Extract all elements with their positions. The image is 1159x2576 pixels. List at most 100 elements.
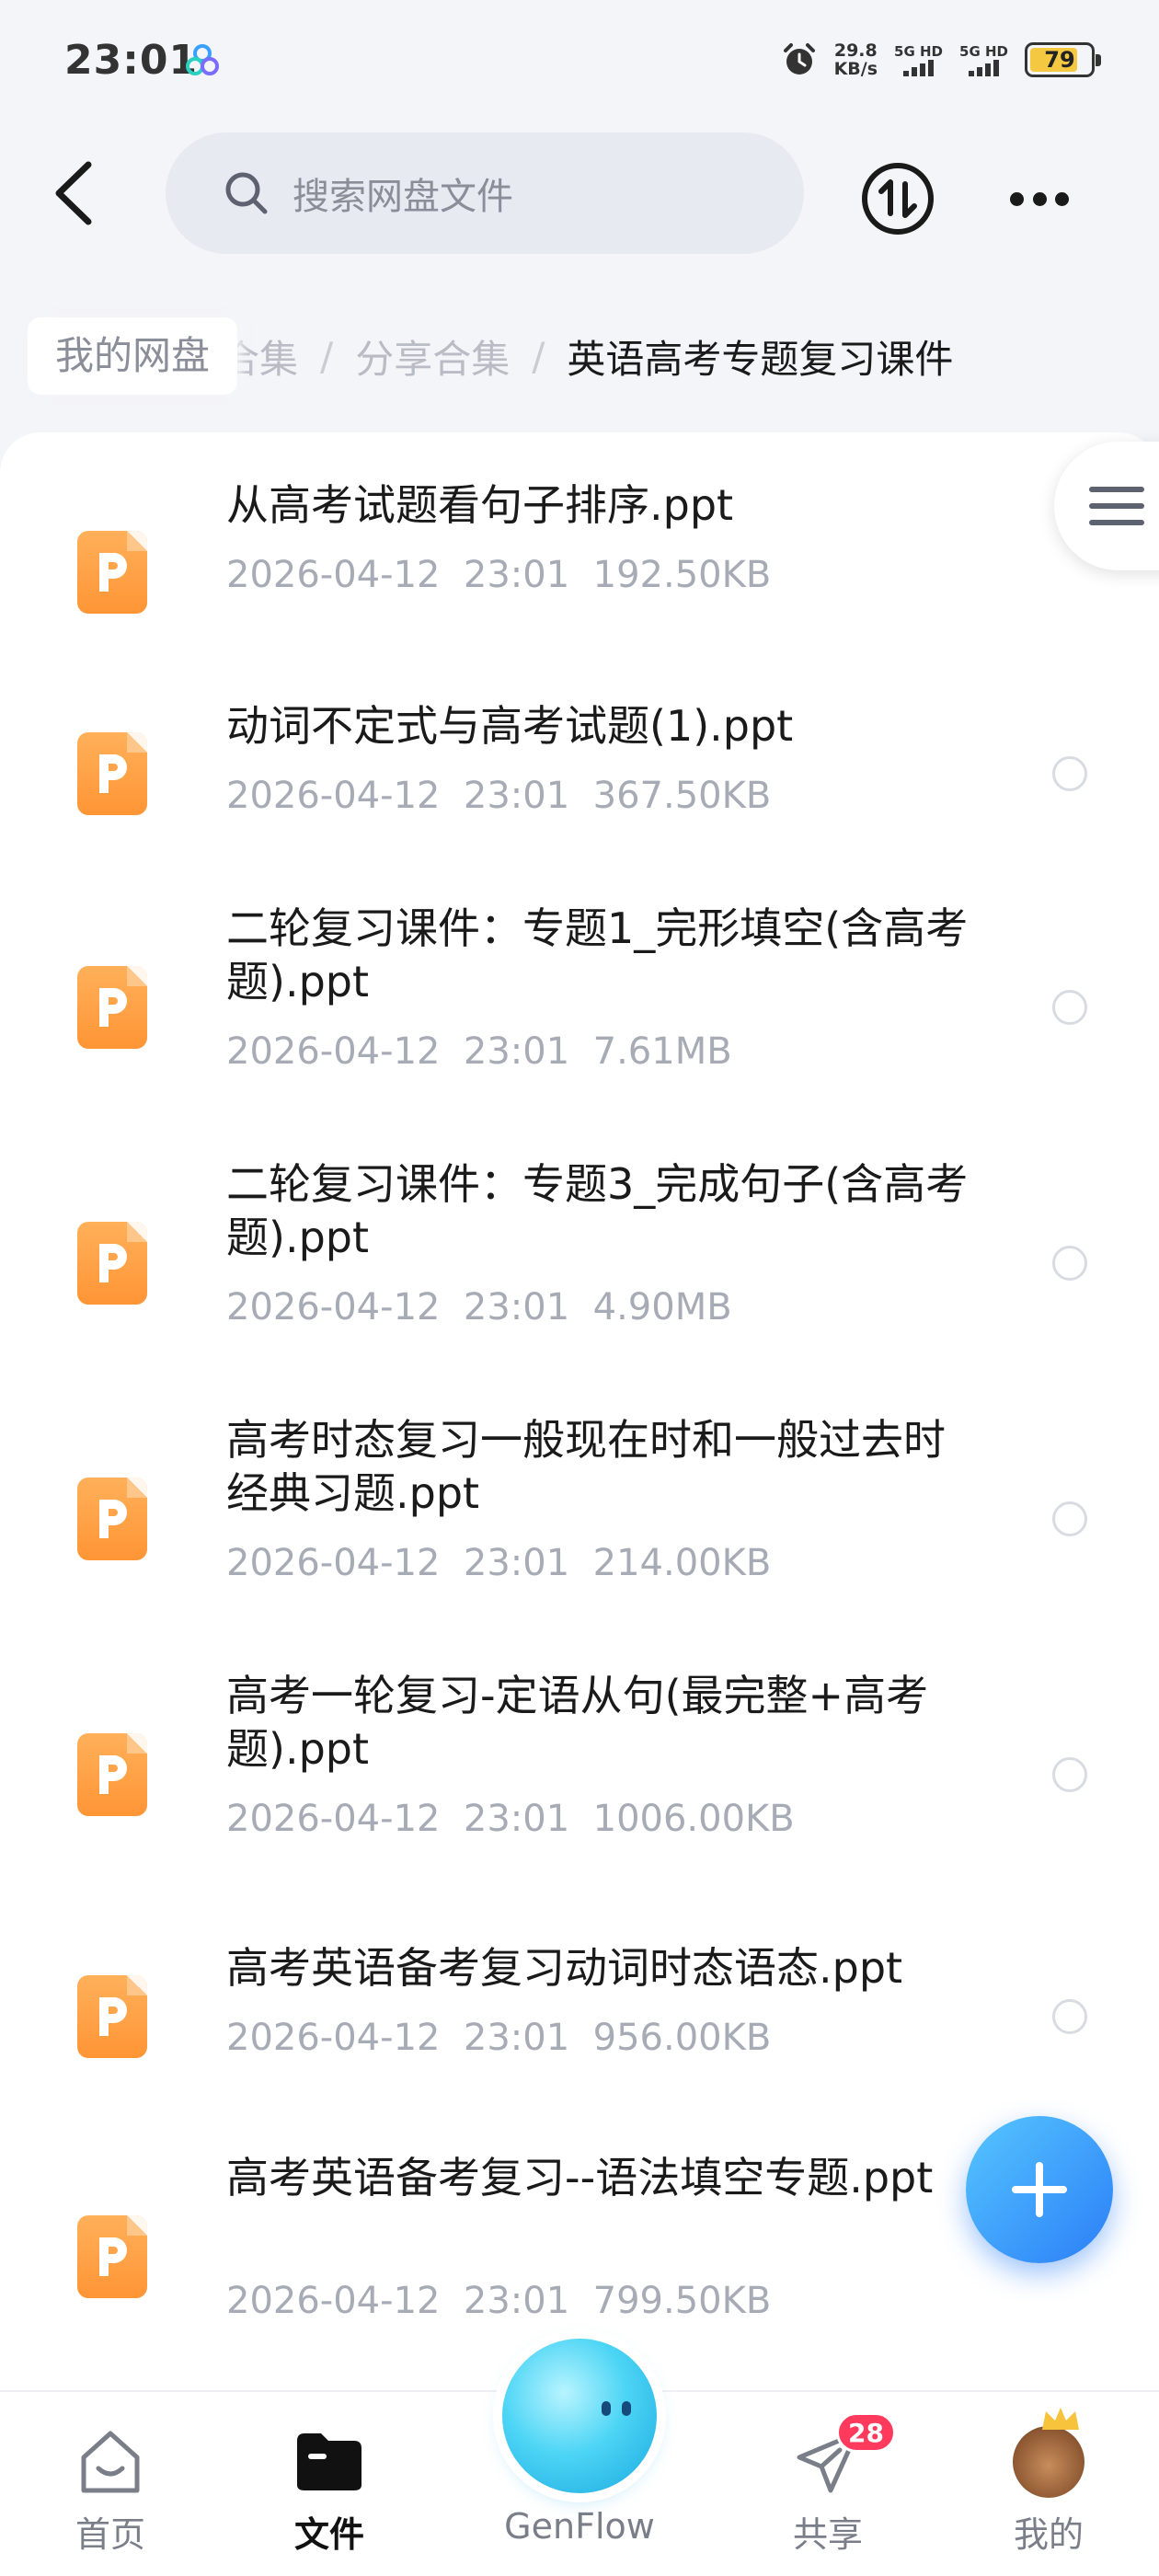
file-row[interactable]: 动词不定式与高考试题(1).ppt 2026-04-12 23:01 367.5…	[0, 681, 1159, 865]
back-button[interactable]	[44, 156, 103, 230]
nav-files-label: 文件	[293, 2514, 364, 2555]
ppt-file-icon	[77, 966, 147, 1049]
signal-label: 5G HD	[959, 43, 1008, 60]
ppt-file-icon	[77, 1222, 147, 1305]
select-checkbox[interactable]	[1052, 990, 1087, 1025]
file-time: 23:01	[463, 2280, 570, 2322]
ppt-file-icon	[77, 531, 147, 614]
breadcrumb: 我的网盘 合集 / 分享合集 / 英语高考专题复习课件	[28, 317, 953, 395]
file-row[interactable]: 二轮复习课件：专题1_完形填空(含高考题).ppt 2026-04-12 23:…	[0, 902, 1159, 1122]
select-checkbox[interactable]	[1052, 1757, 1087, 1792]
file-date: 2026-04-12	[226, 1542, 441, 1584]
alarm-icon	[783, 43, 815, 75]
search-placeholder: 搜索网盘文件	[293, 176, 513, 218]
back-arrow-icon	[55, 161, 92, 225]
file-date: 2026-04-12	[226, 554, 441, 596]
file-row[interactable]: 高考一轮复习-定语从句(最完整+高考题).ppt 2026-04-12 23:0…	[0, 1669, 1159, 1890]
file-row[interactable]: 从高考试题看句子排序.ppt 2026-04-12 23:01 192.50KB	[0, 469, 1159, 653]
folder-icon	[293, 2425, 366, 2499]
file-row[interactable]: 二轮复习课件：专题3_完成句子(含高考题).ppt 2026-04-12 23:…	[0, 1157, 1159, 1378]
status-bar: 23:01 29.8 KB/s 5G HD 5G HD 79	[0, 0, 1159, 120]
battery-icon: 79	[1025, 42, 1101, 77]
breadcrumb-separator: /	[532, 333, 545, 379]
paper-plane-icon: 28	[791, 2412, 896, 2499]
net-speed-unit: KB/s	[833, 59, 878, 79]
app-logo-icon	[186, 44, 219, 75]
nav-genflow-label: GenFlow	[504, 2506, 655, 2547]
nav-files[interactable]: 文件	[247, 2425, 412, 2563]
file-meta: 2026-04-12 23:01 956.00KB	[226, 2017, 771, 2059]
file-time: 23:01	[463, 2017, 570, 2059]
file-size: 192.50KB	[592, 554, 772, 596]
breadcrumb-home[interactable]: 我的网盘	[28, 317, 238, 395]
net-speed-value: 29.8	[833, 40, 878, 61]
breadcrumb-current: 英语高考专题复习课件	[567, 336, 954, 382]
file-meta: 2026-04-12 23:01 7.61MB	[226, 1030, 732, 1073]
genflow-orb-icon	[502, 2339, 657, 2493]
file-name: 高考一轮复习-定语从句(最完整+高考题).ppt	[226, 1671, 929, 1774]
file-time: 23:01	[463, 1286, 570, 1328]
home-icon	[74, 2425, 147, 2499]
breadcrumb-separator: /	[320, 333, 334, 379]
search-icon	[225, 172, 268, 214]
nav-home-label: 首页	[75, 2514, 145, 2555]
signal-icon: 5G HD	[959, 43, 1008, 76]
file-name: 从高考试题看句子排序.ppt	[226, 480, 734, 530]
file-row[interactable]: 高考时态复习一般现在时和一般过去时经典习题.ppt 2026-04-12 23:…	[0, 1413, 1159, 1634]
file-name: 二轮复习课件：专题1_完形填空(含高考题).ppt	[226, 903, 969, 1006]
file-size: 799.50KB	[592, 2280, 772, 2322]
file-size: 956.00KB	[592, 2017, 772, 2059]
file-size: 367.50KB	[592, 775, 772, 817]
net-speed: 29.8 KB/s	[834, 41, 878, 78]
share-badge: 28	[836, 2412, 896, 2453]
file-name: 高考英语备考复习--语法填空专题.ppt	[226, 2153, 934, 2202]
file-time: 23:01	[463, 775, 570, 817]
file-time: 23:01	[463, 554, 570, 596]
file-meta: 2026-04-12 23:01 1006.00KB	[226, 1798, 795, 1840]
file-list: 从高考试题看句子排序.ppt 2026-04-12 23:01 192.50KB…	[0, 432, 1159, 2392]
nav-genflow[interactable]: GenFlow	[497, 2339, 662, 2569]
nav-share[interactable]: 28 共享	[745, 2412, 911, 2563]
ppt-file-icon	[77, 1478, 147, 1560]
file-meta: 2026-04-12 23:01 799.50KB	[226, 2280, 771, 2322]
nav-mine-label: 我的	[1013, 2514, 1084, 2555]
breadcrumb-mid[interactable]: 分享合集	[355, 328, 510, 385]
ppt-file-icon	[77, 1975, 147, 2058]
file-row[interactable]: 高考英语备考复习动词时态语态.ppt 2026-04-12 23:01 956.…	[0, 1923, 1159, 2107]
file-time: 23:01	[463, 1798, 570, 1840]
nav-share-label: 共享	[792, 2514, 863, 2555]
header: 搜索网盘文件	[0, 129, 1159, 258]
status-indicators: 29.8 KB/s 5G HD 5G HD 79	[781, 37, 1101, 83]
battery-level: 79	[1044, 47, 1075, 73]
select-checkbox[interactable]	[1052, 1999, 1087, 2034]
file-date: 2026-04-12	[226, 1798, 441, 1840]
search-input[interactable]: 搜索网盘文件	[166, 132, 804, 254]
file-meta: 2026-04-12 23:01 367.50KB	[226, 775, 771, 817]
file-meta: 2026-04-12 23:01 192.50KB	[226, 554, 771, 596]
crown-icon	[1042, 2408, 1079, 2430]
select-checkbox[interactable]	[1052, 1501, 1087, 1536]
ppt-file-icon	[77, 2215, 147, 2298]
ppt-file-icon	[77, 1733, 147, 1816]
file-time: 23:01	[463, 1030, 570, 1073]
file-date: 2026-04-12	[226, 1286, 441, 1328]
more-icon[interactable]	[1003, 162, 1076, 236]
file-name: 动词不定式与高考试题(1).ppt	[226, 701, 794, 751]
file-name: 高考英语备考复习动词时态语态.ppt	[226, 1943, 903, 1993]
signal-icon: 5G HD	[894, 43, 943, 76]
select-checkbox[interactable]	[1052, 1246, 1087, 1281]
nav-mine[interactable]: 我的	[966, 2408, 1131, 2563]
file-date: 2026-04-12	[226, 2017, 441, 2059]
signal-label: 5G HD	[894, 43, 944, 60]
file-time: 23:01	[463, 1542, 570, 1584]
nav-home[interactable]: 首页	[28, 2425, 193, 2563]
file-size: 7.61MB	[592, 1030, 732, 1073]
ppt-file-icon	[77, 732, 147, 815]
file-name: 高考时态复习一般现在时和一般过去时经典习题.ppt	[226, 1415, 946, 1518]
add-button[interactable]	[966, 2116, 1113, 2263]
file-date: 2026-04-12	[226, 775, 441, 817]
file-size: 214.00KB	[592, 1542, 772, 1584]
transfer-icon[interactable]	[861, 162, 935, 236]
select-checkbox[interactable]	[1052, 756, 1087, 791]
file-date: 2026-04-12	[226, 2280, 441, 2322]
